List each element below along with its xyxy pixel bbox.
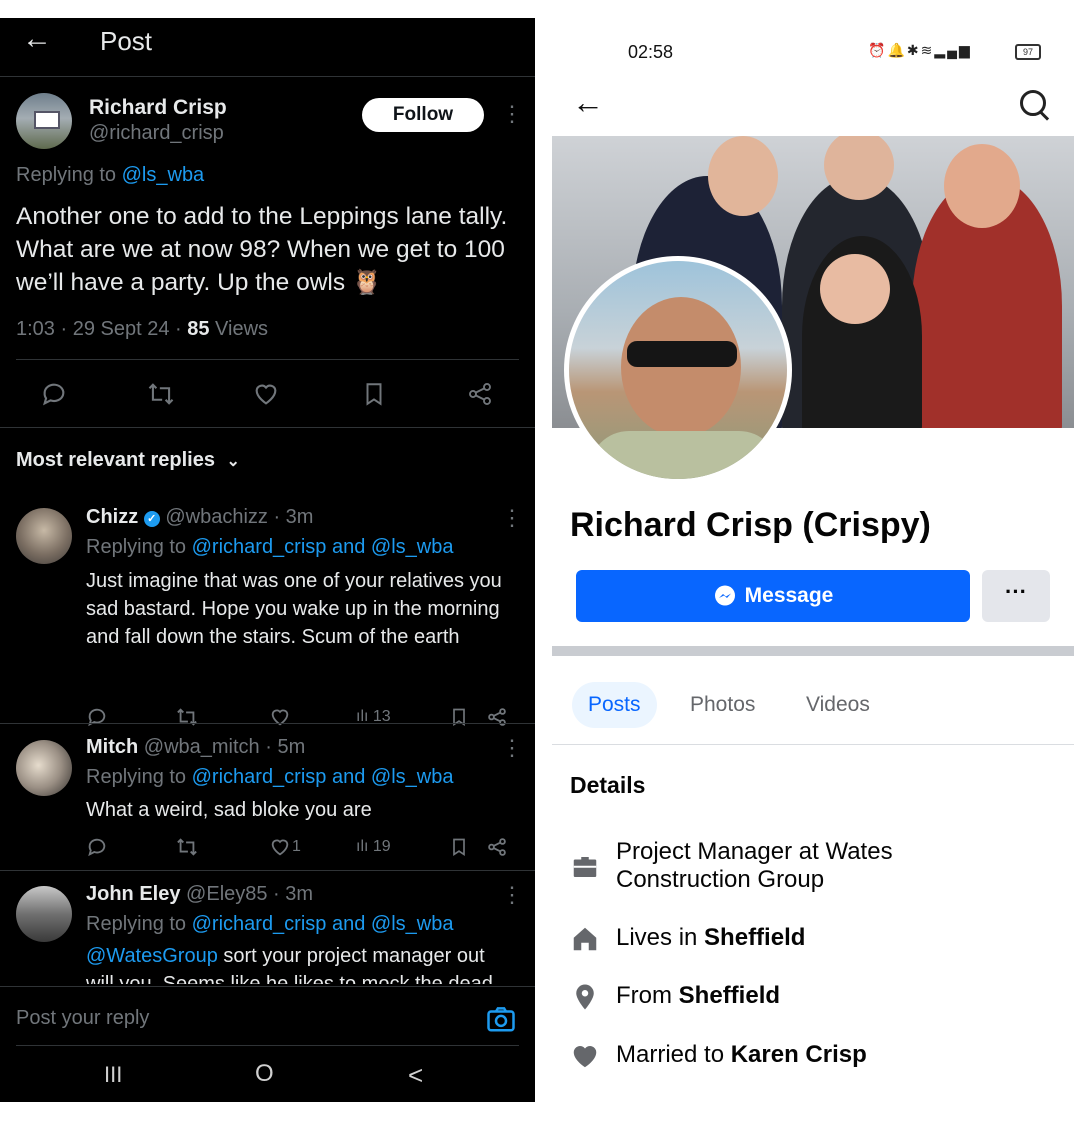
- like-icon[interactable]: [252, 380, 280, 408]
- replying-to: Replying to @richard_crisp and @ls_wba: [86, 536, 454, 558]
- heart-icon: [573, 1046, 597, 1068]
- analytics-icon: ılı: [356, 838, 373, 855]
- search-icon[interactable]: [1020, 90, 1046, 116]
- reply-icon[interactable]: [40, 380, 68, 408]
- detail-work: Project Manager at Wates Construction Gr…: [616, 838, 893, 893]
- post-meta: 1:03 · 29 Sept 24 · 85 Views: [16, 318, 269, 340]
- back-icon[interactable]: <: [408, 1060, 423, 1091]
- reply-author-name[interactable]: Mitch @wba_mitch · 5m: [86, 736, 305, 759]
- avatar[interactable]: [16, 886, 72, 942]
- tab-videos[interactable]: Videos: [790, 682, 886, 728]
- tab-photos[interactable]: Photos: [674, 682, 771, 728]
- home-icon: [573, 927, 597, 951]
- bluetooth-icon: ✱: [906, 42, 921, 58]
- repost-icon[interactable]: [175, 706, 199, 728]
- recents-icon[interactable]: III: [104, 1062, 122, 1088]
- detail-relationship: Married to Karen Crisp: [616, 1041, 867, 1068]
- follow-button[interactable]: Follow: [362, 98, 484, 132]
- details-heading: Details: [570, 772, 646, 798]
- reply-text: Just imagine that was one of your relati…: [86, 570, 502, 648]
- replying-to: Replying to @richard_crisp and @ls_wba: [86, 913, 454, 935]
- x-post-screenshot: ← Post Richard Crisp @richard_crisp Foll…: [0, 18, 535, 1102]
- message-button[interactable]: Message: [576, 570, 970, 622]
- replying-to-link[interactable]: @ls_wba: [122, 164, 205, 186]
- like-count: 1: [292, 838, 301, 855]
- mention-link[interactable]: @WatesGroup: [86, 945, 218, 967]
- avatar[interactable]: [16, 93, 72, 149]
- status-icons: ⏰🔔✱≋▂▄▆: [868, 42, 972, 59]
- briefcase-icon: [573, 857, 597, 877]
- bookmark-icon[interactable]: [361, 380, 387, 408]
- more-options-icon[interactable]: ⋮: [501, 737, 523, 759]
- tab-posts[interactable]: Posts: [572, 682, 657, 728]
- reply-input[interactable]: Post your reply: [16, 1007, 149, 1030]
- profile-picture[interactable]: [564, 256, 792, 484]
- reply-author-name[interactable]: John Eley @Eley85 · 3m: [86, 883, 313, 906]
- post-text: Another one to add to the Leppings lane …: [16, 203, 508, 296]
- section-divider: [552, 646, 1074, 656]
- alarm-icon: ⏰: [868, 42, 888, 58]
- x-header: ← Post: [0, 18, 535, 77]
- views-count: ılı 19: [356, 838, 391, 855]
- profile-name: Richard Crisp (Crispy): [570, 506, 931, 544]
- repost-icon[interactable]: [175, 836, 199, 858]
- page-title: Post: [100, 26, 153, 56]
- chevron-down-icon: ⌄: [226, 453, 240, 470]
- share-icon[interactable]: [466, 380, 494, 408]
- reply-text: What a weird, sad bloke you are: [86, 799, 372, 821]
- avatar[interactable]: [16, 508, 72, 564]
- reply-icon[interactable]: [86, 706, 108, 728]
- back-arrow-icon[interactable]: ←: [22, 24, 52, 54]
- back-arrow-icon[interactable]: ←: [572, 84, 604, 121]
- reply-text: @WatesGroup sort your project manager ou…: [86, 945, 493, 984]
- battery-icon: 97: [1015, 44, 1041, 60]
- share-icon[interactable]: [486, 706, 508, 728]
- detail-lives-in: Lives in Sheffield: [616, 924, 806, 951]
- reply-icon[interactable]: [86, 836, 108, 858]
- more-options-icon[interactable]: ⋮: [501, 884, 523, 906]
- camera-icon[interactable]: [486, 1005, 516, 1033]
- author-name[interactable]: Richard Crisp: [89, 96, 227, 120]
- avatar[interactable]: [16, 740, 72, 796]
- wifi-icon: ≋: [920, 42, 935, 58]
- replies-sort-dropdown[interactable]: Most relevant replies ⌄: [16, 449, 240, 472]
- more-options-button[interactable]: ···: [982, 570, 1050, 622]
- more-options-icon[interactable]: ⋮: [501, 103, 523, 125]
- location-pin-icon: [576, 984, 594, 1010]
- bell-icon: 🔔: [887, 42, 907, 58]
- replying-to: Replying to @richard_crisp and @ls_wba: [86, 766, 454, 788]
- verified-badge-icon: ✓: [143, 511, 160, 527]
- signal-icon: ▂▄▆: [934, 42, 972, 58]
- android-nav-bar: III O <: [0, 1046, 535, 1102]
- replying-to: Replying to @ls_wba: [16, 164, 205, 186]
- status-time: 02:58: [628, 42, 674, 62]
- detail-from: From Sheffield: [616, 982, 781, 1009]
- reply-author-name[interactable]: Chizz ✓ @wbachizz · 3m: [86, 506, 313, 529]
- bookmark-icon[interactable]: [449, 836, 469, 858]
- home-icon[interactable]: O: [255, 1060, 274, 1088]
- reply-composer: Post your reply: [0, 986, 535, 1047]
- repost-icon[interactable]: [146, 380, 176, 408]
- like-icon[interactable]: [269, 836, 291, 858]
- views-count: 85: [187, 318, 210, 340]
- bookmark-icon[interactable]: [449, 706, 469, 728]
- like-icon[interactable]: [269, 706, 291, 728]
- share-icon[interactable]: [486, 836, 508, 858]
- messenger-icon: [714, 585, 735, 606]
- facebook-profile-screenshot: 02:58 ⏰🔔✱≋▂▄▆ 97 ← Richard Crisp (Crispy…: [552, 18, 1074, 1102]
- author-handle[interactable]: @richard_crisp: [89, 122, 224, 145]
- more-options-icon[interactable]: ⋮: [501, 507, 523, 529]
